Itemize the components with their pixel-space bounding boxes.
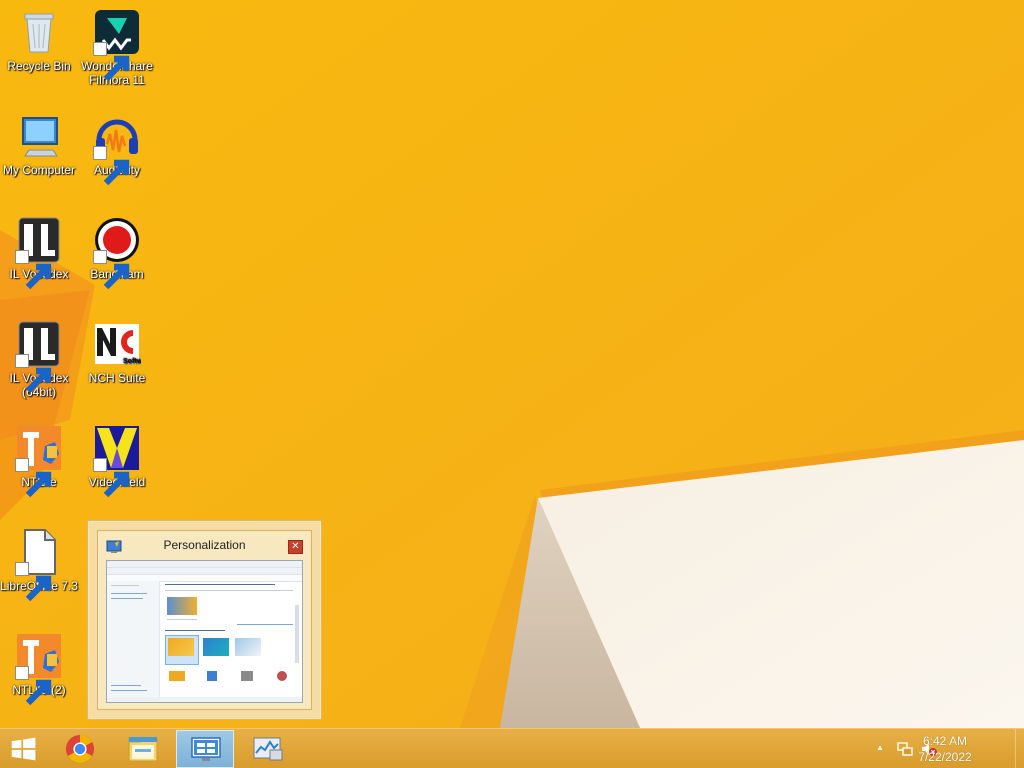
ntlite-icon <box>15 424 63 498</box>
desktop-icon-libreoffice[interactable]: LibreOffice 7.3 <box>0 528 78 602</box>
shortcut-arrow-icon <box>15 562 52 602</box>
desktop-icon-videomeld[interactable]: VideoMeld <box>78 424 156 498</box>
windows-start-icon <box>11 737 36 761</box>
shortcut-arrow-icon <box>15 458 52 498</box>
desktop-icon-filmora[interactable]: Wondershare Filmora 11 <box>78 8 156 87</box>
clock-time[interactable]: 6:42 AM <box>910 734 980 748</box>
filmora-icon <box>93 8 141 82</box>
file-explorer-icon <box>128 737 158 762</box>
clock-date[interactable]: 7/22/2022 <box>910 750 980 764</box>
taskbar-thumbnail-preview[interactable]: Personalization ✕ <box>87 520 322 720</box>
shortcut-arrow-icon <box>93 458 130 498</box>
taskbar-chrome[interactable] <box>52 730 110 768</box>
nch-suite-icon: Software <box>93 320 141 368</box>
thumbnail-close-button[interactable]: ✕ <box>288 540 303 554</box>
taskbar-control-panel[interactable] <box>176 730 234 768</box>
start-button[interactable] <box>0 730 58 768</box>
ntlite-icon <box>15 632 63 706</box>
libreoffice-icon <box>15 528 63 602</box>
desktop-icon-il-vocodex[interactable]: IL Vocodex <box>0 216 78 290</box>
desktop-icon-my-computer[interactable]: My Computer <box>0 112 78 177</box>
shortcut-arrow-icon <box>93 250 130 290</box>
thumbnail-frame: Personalization ✕ <box>97 530 312 710</box>
il-vocodex-icon <box>15 320 63 394</box>
thumbnail-window-content <box>106 560 303 703</box>
shortcut-arrow-icon <box>93 42 130 82</box>
desktop-icon-ntlite[interactable]: NTLite <box>0 424 78 498</box>
resource-monitor-icon <box>253 737 283 761</box>
desktop-icon-ntlite-2[interactable]: NTLite (2) <box>0 632 78 706</box>
desktop-icon-nch-suite[interactable]: Software NCH Suite <box>78 320 156 385</box>
audacity-icon <box>93 112 141 186</box>
computer-icon <box>15 112 63 160</box>
svg-text:Software: Software <box>123 358 141 365</box>
taskbar-file-explorer[interactable] <box>113 730 171 768</box>
il-vocodex-icon <box>15 216 63 290</box>
videomeld-icon <box>93 424 141 498</box>
control-panel-icon <box>191 737 221 761</box>
taskbar-resource-monitor[interactable] <box>238 730 296 768</box>
chrome-icon <box>65 734 95 764</box>
desktop-icon-il-vocodex-64bit[interactable]: IL Vocodex (64bit) <box>0 320 78 399</box>
shortcut-arrow-icon <box>15 354 52 394</box>
shortcut-arrow-icon <box>15 250 52 290</box>
bandicam-icon <box>93 216 141 290</box>
shortcut-arrow-icon <box>93 146 130 186</box>
thumbnail-title: Personalization <box>163 538 246 552</box>
desktop-icon-audacity[interactable]: Audacity <box>78 112 156 186</box>
taskbar: ▲ 6:42 AM 7/22/2022 <box>0 728 1024 768</box>
desktop-icon-bandicam[interactable]: Bandicam <box>78 216 156 290</box>
show-desktop-button[interactable] <box>1015 729 1024 768</box>
desktop-icon-recycle-bin[interactable]: Recycle Bin <box>0 8 78 73</box>
shortcut-arrow-icon <box>15 666 52 706</box>
recycle-bin-icon <box>15 8 63 56</box>
show-hidden-icons-button[interactable]: ▲ <box>876 743 884 752</box>
